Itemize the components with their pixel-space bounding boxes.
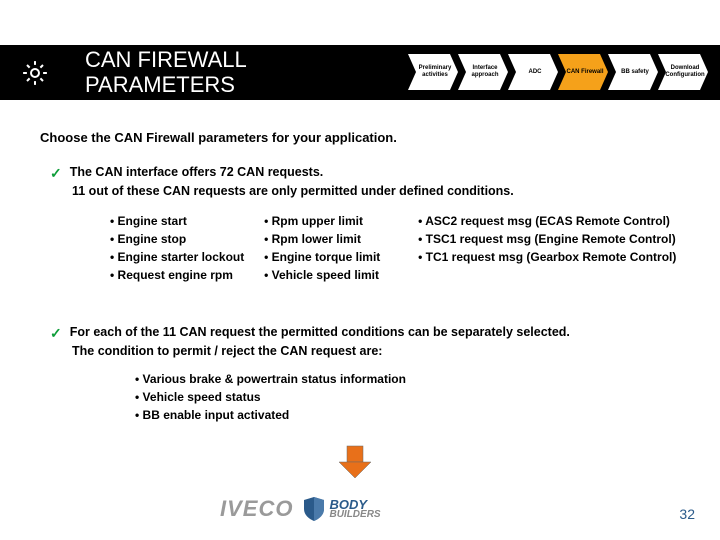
column-2: Rpm upper limit Rpm lower limit Engine t… — [264, 212, 418, 284]
brand-builders: BUILDERS — [329, 510, 380, 519]
arrow-down-icon — [335, 444, 375, 480]
step-bb-safety: BB safety — [608, 54, 658, 90]
list-item: ASC2 request msg (ECAS Remote Control) — [418, 212, 690, 230]
list-item: Rpm upper limit — [264, 212, 418, 230]
intro-text: Choose the CAN Firewall parameters for y… — [40, 130, 397, 145]
checkmark-icon: ✓ — [50, 325, 62, 342]
list-item: Engine starter lockout — [110, 248, 264, 266]
shield-icon — [303, 496, 325, 522]
footer-logos: IVECO BODY BUILDERS — [220, 496, 381, 522]
point2-line2: The condition to permit / reject the CAN… — [72, 344, 690, 358]
step-adc: ADC — [508, 54, 558, 90]
list-item: Vehicle speed limit — [264, 266, 418, 284]
step-can-firewall: CAN Firewall — [558, 54, 608, 90]
list-item: Rpm lower limit — [264, 230, 418, 248]
list-item: Engine stop — [110, 230, 264, 248]
page-title: CAN FIREWALL PARAMETERS — [85, 48, 247, 96]
title-line2: PARAMETERS — [85, 72, 235, 97]
column-1: Engine start Engine stop Engine starter … — [110, 212, 264, 284]
list-item: TSC1 request msg (Engine Remote Control) — [418, 230, 690, 248]
list-item: BB enable input activated — [135, 406, 690, 424]
point1-line2: 11 out of these CAN requests are only pe… — [72, 184, 690, 198]
list-item: Request engine rpm — [110, 266, 264, 284]
title-line1: CAN FIREWALL — [85, 47, 247, 72]
body-section-2: ✓ For each of the 11 CAN request the per… — [50, 325, 690, 424]
list-item: Engine start — [110, 212, 264, 230]
breadcrumb-steps: Preliminary activities Interface approac… — [408, 54, 708, 90]
conditions-list: Various brake & powertrain status inform… — [135, 370, 690, 424]
list-item: Various brake & powertrain status inform… — [135, 370, 690, 388]
step-interface: Interface approach — [458, 54, 508, 90]
point1-line1: The CAN interface offers 72 CAN requests… — [70, 165, 324, 179]
bodybuilders-logo: BODY BUILDERS — [303, 496, 380, 522]
checkmark-icon: ✓ — [50, 165, 62, 182]
list-item: Vehicle speed status — [135, 388, 690, 406]
body-section-1: ✓ The CAN interface offers 72 CAN reques… — [50, 165, 690, 284]
requests-columns: Engine start Engine stop Engine starter … — [50, 212, 690, 284]
list-item: Engine torque limit — [264, 248, 418, 266]
page-number: 32 — [679, 506, 695, 522]
iveco-logo: IVECO — [220, 496, 293, 522]
step-preliminary: Preliminary activities — [408, 54, 458, 90]
list-item: TC1 request msg (Gearbox Remote Control) — [418, 248, 690, 266]
column-3: ASC2 request msg (ECAS Remote Control) T… — [418, 212, 690, 284]
gear-icon — [20, 58, 50, 88]
step-download: Download Configuration — [658, 54, 708, 90]
point2-line1: For each of the 11 CAN request the permi… — [70, 325, 570, 339]
